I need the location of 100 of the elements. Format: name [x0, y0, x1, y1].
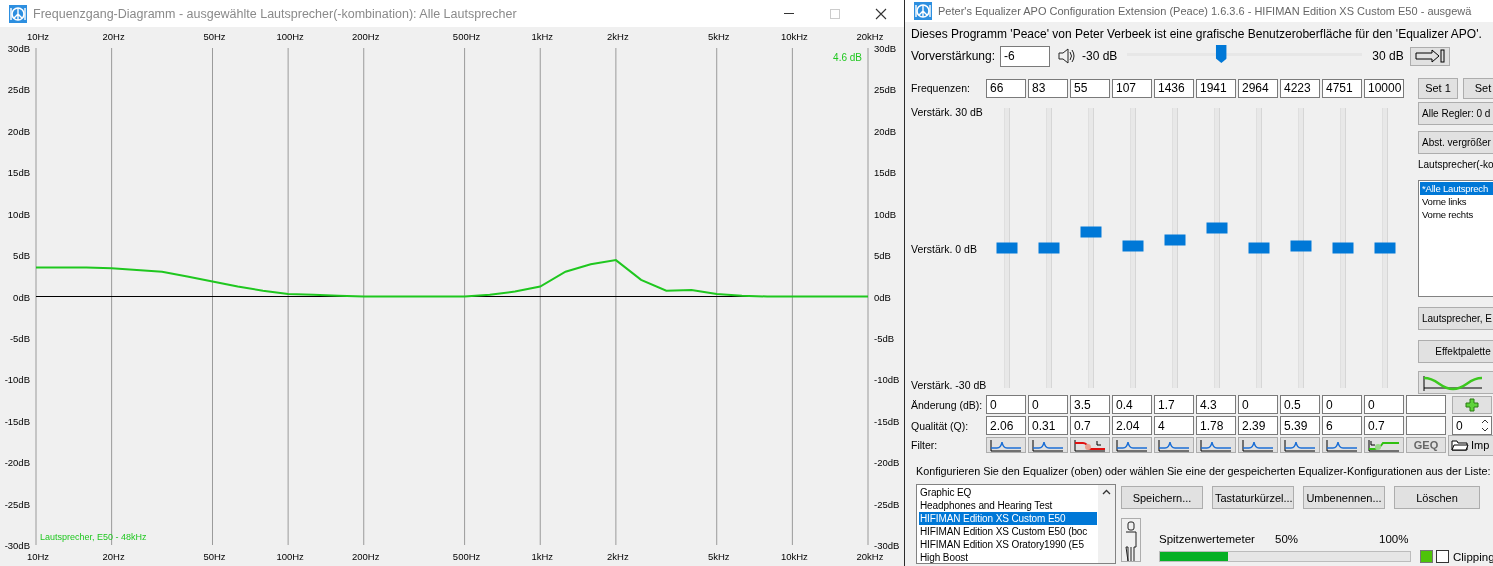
preamp-field[interactable]: -6 — [1000, 45, 1050, 67]
list-item[interactable]: Headphones and Hearing Test — [919, 499, 1097, 512]
filter-button[interactable] — [1112, 437, 1152, 453]
import-button[interactable]: Imp — [1448, 434, 1493, 456]
filter-button[interactable] — [1280, 437, 1320, 453]
quality-field[interactable] — [1406, 416, 1446, 435]
side-button[interactable]: Alle Regler: 0 d — [1418, 102, 1493, 125]
config-button[interactable]: Speichern... — [1121, 486, 1203, 509]
peak-filter-icon — [1283, 438, 1317, 452]
filter-button[interactable] — [1364, 437, 1404, 453]
filter-button[interactable] — [986, 437, 1026, 453]
slider-thumb[interactable] — [1374, 242, 1396, 254]
apply-button[interactable] — [1409, 46, 1450, 66]
list-item[interactable]: High Boost — [919, 551, 1097, 563]
quality-field[interactable]: 0.31 — [1028, 416, 1068, 435]
list-item[interactable]: Vorne rechts — [1420, 207, 1493, 221]
axis-label: -10dB — [874, 374, 900, 386]
axis-label: 1kHz — [531, 551, 554, 562]
gain-field[interactable]: 0 — [1028, 395, 1068, 414]
quality-field[interactable]: 5.39 — [1280, 416, 1320, 435]
axis-label: 50Hz — [203, 31, 226, 42]
close-icon[interactable] — [875, 7, 887, 20]
gain-field[interactable]: 3.5 — [1070, 395, 1110, 414]
frequency-field[interactable]: 2964 — [1238, 78, 1278, 98]
filter-button[interactable] — [1238, 437, 1278, 453]
gain-field[interactable]: 0 — [1364, 395, 1404, 414]
quality-field[interactable]: 0.7 — [1364, 416, 1404, 435]
speaker-icon[interactable] — [1056, 46, 1076, 66]
axis-label: 15dB — [7, 167, 30, 179]
frequency-field[interactable]: 1436 — [1154, 78, 1194, 98]
filter-button[interactable] — [1154, 437, 1194, 453]
side-button[interactable]: Abst. vergrößer — [1418, 131, 1493, 154]
config-button[interactable]: Tastaturkürzel... — [1212, 486, 1294, 509]
axis-label: -30dB — [4, 540, 30, 551]
set-button[interactable]: Set — [1463, 77, 1493, 99]
frequency-field[interactable]: 66 — [986, 78, 1026, 98]
spin-arrows-icon[interactable] — [1479, 417, 1491, 434]
filter-button[interactable] — [1196, 437, 1236, 453]
gain-field[interactable]: 0 — [1322, 395, 1362, 414]
list-item[interactable]: HIFIMAN Edition XS Custom E50 — [919, 512, 1097, 525]
gain-field[interactable]: 1.7 — [1154, 395, 1194, 414]
list-item[interactable]: HIFIMAN Edition XS Oratory1990 (E5 — [919, 538, 1097, 551]
quality-field[interactable]: 4 — [1154, 416, 1194, 435]
frequency-field[interactable]: 55 — [1070, 78, 1110, 98]
axis-label: 200Hz — [352, 31, 380, 42]
slider-thumb[interactable] — [1164, 234, 1186, 246]
spin-field[interactable]: 0 — [1452, 416, 1492, 435]
scroll-up-icon[interactable] — [1102, 489, 1111, 495]
slider-thumb[interactable] — [1038, 242, 1060, 254]
quality-field[interactable]: 6 — [1322, 416, 1362, 435]
speaker-button[interactable]: Lautsprecher, E — [1418, 307, 1493, 330]
geq-button[interactable]: GEQ — [1406, 437, 1446, 453]
frequency-field[interactable]: 1941 — [1196, 78, 1236, 98]
frequency-field[interactable]: 4223 — [1280, 78, 1320, 98]
clipping-indicator — [1420, 550, 1433, 563]
list-item[interactable]: *Alle Lautsprech — [1420, 181, 1493, 195]
filter-button[interactable] — [1070, 437, 1110, 453]
filter-button[interactable] — [1322, 437, 1362, 453]
config-button[interactable]: Umbenennen... — [1303, 486, 1385, 509]
slider-thumb[interactable] — [1122, 240, 1144, 252]
slider-thumb[interactable] — [996, 242, 1018, 254]
gain-field[interactable]: 0 — [986, 395, 1026, 414]
clipping-checkbox[interactable] — [1436, 550, 1449, 563]
gain-field[interactable] — [1406, 395, 1446, 414]
frequency-field[interactable]: 10000 — [1364, 78, 1404, 98]
list-item[interactable]: Graphic EQ — [919, 486, 1097, 499]
frequency-field[interactable]: 107 — [1112, 78, 1152, 98]
field-label: Filter: — [911, 439, 939, 451]
quality-field[interactable]: 2.39 — [1238, 416, 1278, 435]
axis-label: 5kHz — [707, 31, 730, 42]
quality-field[interactable]: 2.04 — [1112, 416, 1152, 435]
curve-button[interactable] — [1418, 371, 1493, 394]
axis-label: 20kHz — [856, 551, 884, 562]
slider-thumb[interactable] — [1080, 226, 1102, 238]
filter-button[interactable] — [1028, 437, 1068, 453]
peak-filter-icon — [1115, 438, 1149, 452]
slider-thumb[interactable] — [1215, 45, 1227, 63]
curve-icon — [1422, 373, 1484, 392]
gain-field[interactable]: 0.5 — [1280, 395, 1320, 414]
slider-thumb[interactable] — [1206, 222, 1228, 234]
list-item[interactable]: HIFIMAN Edition XS Custom E50 (boc — [919, 525, 1097, 538]
effects-button[interactable]: Effektpalette — [1418, 340, 1493, 363]
slider-thumb[interactable] — [1290, 240, 1312, 252]
gain-field[interactable]: 4.3 — [1196, 395, 1236, 414]
frequency-field[interactable]: 83 — [1028, 78, 1068, 98]
slider-thumb[interactable] — [1248, 242, 1270, 254]
quality-field[interactable]: 1.78 — [1196, 416, 1236, 435]
gain-field[interactable]: 0.4 — [1112, 395, 1152, 414]
config-button[interactable]: Löschen — [1394, 486, 1480, 509]
slider-thumb[interactable] — [1332, 242, 1354, 254]
peak-filter-icon — [1199, 438, 1233, 452]
axis-label: 5dB — [874, 250, 891, 262]
set-button[interactable]: Set 1 — [1418, 77, 1458, 99]
list-item[interactable]: Vorne links — [1420, 194, 1493, 208]
axis-label: 20dB — [7, 125, 30, 137]
frequency-field[interactable]: 4751 — [1322, 78, 1362, 98]
quality-field[interactable]: 0.7 — [1070, 416, 1110, 435]
quality-field[interactable]: 2.06 — [986, 416, 1026, 435]
gain-field[interactable]: 0 — [1238, 395, 1278, 414]
axis-label: 25dB — [7, 84, 30, 96]
